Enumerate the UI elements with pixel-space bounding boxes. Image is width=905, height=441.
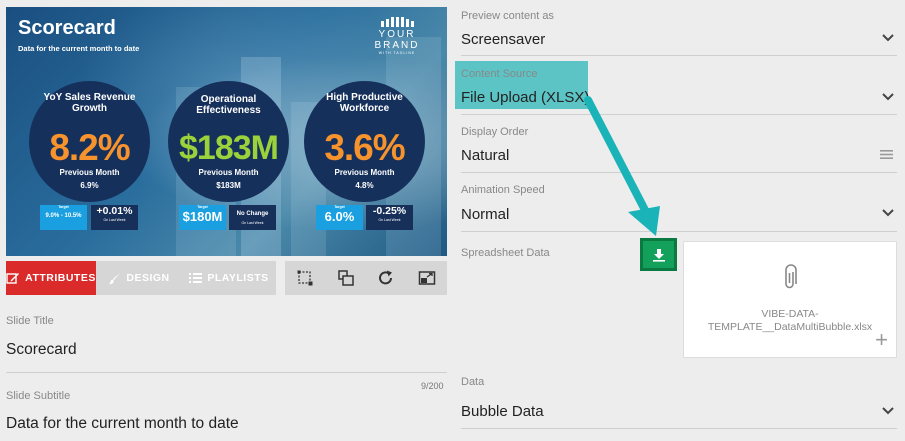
bubble-previous-value: 6.9% <box>80 181 99 190</box>
change-box: +0.01% On Last Week <box>91 205 138 230</box>
drag-handle-icon[interactable] <box>880 149 893 160</box>
slide-preview-subtitle: Data for the current month to date <box>18 44 140 53</box>
content-source-select[interactable]: File Upload (XLSX) <box>461 89 589 106</box>
brand-mark-icon <box>354 17 440 27</box>
download-icon <box>652 248 665 262</box>
tab-attributes-label: ATTRIBUTES <box>25 272 96 284</box>
target-box: Target $180M <box>179 205 226 230</box>
display-order-select[interactable]: Natural <box>461 147 509 164</box>
divider <box>6 372 447 373</box>
brand-name: YOUR BRAND <box>374 29 420 51</box>
screen-share-icon <box>418 271 435 285</box>
divider <box>461 55 897 56</box>
target-box: Target 9.0% - 10.5% <box>40 205 87 230</box>
animation-speed-label: Animation Speed <box>461 184 545 196</box>
divider <box>461 231 897 232</box>
spreadsheet-upload-dropzone[interactable]: VIBE-DATA-TEMPLATE__DataMultiBubble.xlsx… <box>683 241 897 358</box>
slide-title-label: Slide Title <box>6 315 54 327</box>
spreadsheet-data-label: Spreadsheet Data <box>461 247 550 259</box>
layers-icon <box>338 270 354 286</box>
change-value: No Change <box>236 211 269 217</box>
change-value: +0.01% <box>96 205 133 217</box>
tab-playlists[interactable]: PLAYLISTS <box>182 261 276 295</box>
bubble-value: $183M <box>179 129 279 167</box>
brand-logo: YOUR BRAND WITH TAGLINE <box>354 17 440 55</box>
bubble-previous-label: Previous Month <box>59 168 120 177</box>
bubble-previous-value: $183M <box>216 181 241 190</box>
divider <box>461 172 897 173</box>
change-box: -0.25% On Last Week <box>366 205 413 230</box>
list-icon <box>189 273 203 283</box>
edit-icon <box>6 273 20 284</box>
change-subtext: On Last Week <box>378 218 401 222</box>
bubble-label: YoY Sales Revenue Growth <box>43 92 136 114</box>
screen-share-tool-button[interactable] <box>417 268 437 288</box>
editor-tabs: ATTRIBUTES DESIGN PLAYLISTS <box>6 261 276 295</box>
preview-content-label: Preview content as <box>461 10 554 22</box>
target-value: 6.0% <box>324 209 355 224</box>
chevron-down-icon[interactable] <box>881 92 895 102</box>
char-counter: 9/200 <box>421 381 444 391</box>
bubble-previous-value: 4.8% <box>355 181 374 190</box>
bubble-label: Operational Effectiveness <box>196 94 261 116</box>
tab-attributes[interactable]: ATTRIBUTES <box>6 261 96 295</box>
kpi-bubble: High Productive Workforce 3.6% Previous … <box>304 81 425 202</box>
display-order-label: Display Order <box>461 126 529 138</box>
crop-tool-button[interactable] <box>295 268 315 288</box>
change-box: No Change On Last Week <box>229 205 276 230</box>
refresh-icon <box>379 270 393 285</box>
target-value: 9.0% - 10.5% <box>45 213 82 219</box>
slide-preview-title: Scorecard <box>18 17 116 39</box>
slide-title-input[interactable]: Scorecard <box>6 341 77 359</box>
chevron-down-icon[interactable] <box>881 208 895 218</box>
uploaded-file-name: VIBE-DATA-TEMPLATE__DataMultiBubble.xlsx <box>707 308 873 333</box>
refresh-tool-button[interactable] <box>376 268 396 288</box>
add-file-icon[interactable]: + <box>875 329 888 351</box>
bubble-value: 8.2% <box>49 127 130 168</box>
kpi-bubble: YoY Sales Revenue Growth 8.2% Previous M… <box>29 81 150 202</box>
bubble-previous-label: Previous Month <box>198 168 259 177</box>
target-box: Target 6.0% <box>316 205 363 230</box>
change-subtext: On Last Week <box>241 221 264 225</box>
crop-icon <box>297 270 313 286</box>
target-value: $180M <box>182 209 223 224</box>
divider <box>461 428 897 429</box>
brush-icon <box>109 272 121 284</box>
change-subtext: On Last Week <box>103 218 126 222</box>
layers-tool-button[interactable] <box>336 268 356 288</box>
change-value: -0.25% <box>372 205 407 217</box>
bubble-label: High Productive Workforce <box>326 92 403 114</box>
data-select[interactable]: Bubble Data <box>461 403 544 420</box>
slide-preview: Scorecard Data for the current month to … <box>6 7 447 256</box>
preview-toolbar <box>285 261 447 295</box>
slide-subtitle-input[interactable]: Data for the current month to date <box>6 415 239 433</box>
animation-speed-select[interactable]: Normal <box>461 206 509 223</box>
data-label: Data <box>461 376 485 388</box>
slide-subtitle-label: Slide Subtitle <box>6 390 71 402</box>
paperclip-icon <box>785 264 797 289</box>
chevron-down-icon[interactable] <box>881 406 895 416</box>
download-template-button[interactable] <box>640 238 677 271</box>
preview-content-select[interactable]: Screensaver <box>461 31 545 48</box>
tab-design-label: DESIGN <box>126 272 170 284</box>
bubble-previous-label: Previous Month <box>334 168 395 177</box>
brand-tagline: WITH TAGLINE <box>378 51 416 55</box>
tab-design[interactable]: DESIGN <box>96 261 182 295</box>
divider <box>461 114 897 115</box>
tab-playlists-label: PLAYLISTS <box>207 272 269 284</box>
kpi-bubble: Operational Effectiveness $183M Previous… <box>168 81 289 202</box>
content-source-label: Content Source <box>461 68 538 80</box>
bubble-value: 3.6% <box>324 127 405 168</box>
chevron-down-icon[interactable] <box>881 33 895 43</box>
